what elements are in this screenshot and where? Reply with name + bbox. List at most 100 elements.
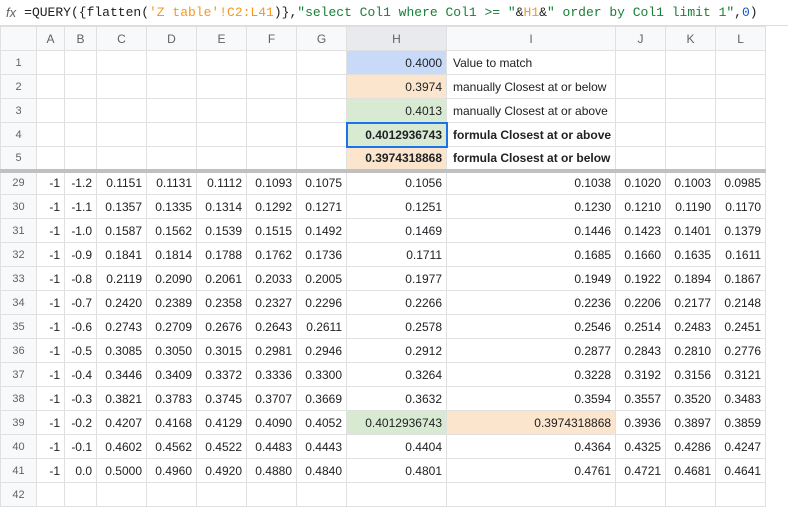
cell[interactable]: -0.1 (65, 435, 97, 459)
cell[interactable] (65, 483, 97, 507)
cell[interactable] (37, 123, 65, 147)
row-header[interactable]: 4 (1, 123, 37, 147)
cell[interactable]: -1 (37, 411, 65, 435)
cell[interactable]: -1 (37, 291, 65, 315)
cell[interactable] (666, 147, 716, 171)
cell[interactable]: 0.1736 (297, 243, 347, 267)
cell[interactable] (616, 483, 666, 507)
cell[interactable]: 0.4000 (347, 51, 447, 75)
formula-input[interactable]: =QUERY({flatten('Z table'!C2:L41)},"sele… (24, 5, 757, 20)
cell[interactable]: 0.3192 (616, 363, 666, 387)
cell[interactable] (97, 123, 147, 147)
cell[interactable]: 0.3783 (147, 387, 197, 411)
cell[interactable]: 0.2206 (616, 291, 666, 315)
cell[interactable]: 0.1170 (716, 195, 766, 219)
cell[interactable] (197, 51, 247, 75)
row-header[interactable]: 37 (1, 363, 37, 387)
cell[interactable]: 0.1562 (147, 219, 197, 243)
cell[interactable]: 0.1335 (147, 195, 197, 219)
cell[interactable]: 0.1056 (347, 171, 447, 195)
cell[interactable]: 0.1151 (97, 171, 147, 195)
cell[interactable]: 0.0985 (716, 171, 766, 195)
cell[interactable]: formula Closest at or below (447, 147, 616, 171)
cell[interactable]: 0.4443 (297, 435, 347, 459)
row-header[interactable]: 40 (1, 435, 37, 459)
cell[interactable]: 0.3745 (197, 387, 247, 411)
cell[interactable]: 0.1894 (666, 267, 716, 291)
cell[interactable]: 0.2578 (347, 315, 447, 339)
column-header-J[interactable]: J (616, 27, 666, 51)
cell[interactable] (37, 483, 65, 507)
cell[interactable]: 0.1357 (97, 195, 147, 219)
cell[interactable]: 0.2296 (297, 291, 347, 315)
row-header[interactable]: 1 (1, 51, 37, 75)
cell[interactable]: 0.2327 (247, 291, 297, 315)
cell[interactable]: 0.2119 (97, 267, 147, 291)
cell[interactable]: 0.3632 (347, 387, 447, 411)
cell[interactable]: -1 (37, 219, 65, 243)
cell[interactable]: 0.4168 (147, 411, 197, 435)
cell[interactable]: manually Closest at or above (447, 99, 616, 123)
cell[interactable] (666, 123, 716, 147)
cell[interactable]: 0.1131 (147, 171, 197, 195)
cell[interactable]: 0.1841 (97, 243, 147, 267)
column-header-A[interactable]: A (37, 27, 65, 51)
cell[interactable] (247, 147, 297, 171)
cell[interactable]: 0.3974318868 (447, 411, 616, 435)
cell[interactable]: -0.7 (65, 291, 97, 315)
cell[interactable] (716, 75, 766, 99)
cell[interactable]: 0.2177 (666, 291, 716, 315)
cell[interactable]: 0.1788 (197, 243, 247, 267)
cell[interactable]: 0.4129 (197, 411, 247, 435)
cell[interactable] (147, 147, 197, 171)
cell[interactable] (65, 99, 97, 123)
cell[interactable]: 0.4247 (716, 435, 766, 459)
cell[interactable] (37, 51, 65, 75)
cell[interactable]: 0.1379 (716, 219, 766, 243)
cell[interactable]: 0.4404 (347, 435, 447, 459)
cell[interactable]: 0.4090 (247, 411, 297, 435)
cell[interactable] (197, 99, 247, 123)
cell[interactable]: 0.1814 (147, 243, 197, 267)
formula-bar[interactable]: fx =QUERY({flatten('Z table'!C2:L41)},"s… (0, 0, 788, 26)
cell[interactable]: 0.3372 (197, 363, 247, 387)
cell[interactable]: -1 (37, 267, 65, 291)
cell[interactable]: manually Closest at or below (447, 75, 616, 99)
cell[interactable] (297, 123, 347, 147)
cell[interactable]: -0.4 (65, 363, 97, 387)
cell[interactable]: 0.2451 (716, 315, 766, 339)
cell[interactable]: 0.3520 (666, 387, 716, 411)
cell[interactable]: 0.2743 (97, 315, 147, 339)
cell[interactable]: 0.2358 (197, 291, 247, 315)
cell[interactable] (716, 51, 766, 75)
cell[interactable]: 0.3409 (147, 363, 197, 387)
cell[interactable]: 0.1401 (666, 219, 716, 243)
cell[interactable]: 0.1190 (666, 195, 716, 219)
cell[interactable]: 0.2483 (666, 315, 716, 339)
cell[interactable]: -0.9 (65, 243, 97, 267)
cell[interactable] (666, 483, 716, 507)
row-header[interactable]: 34 (1, 291, 37, 315)
cell[interactable]: 0.1446 (447, 219, 616, 243)
row-header[interactable]: 35 (1, 315, 37, 339)
cell[interactable] (247, 99, 297, 123)
cell[interactable]: 0.2389 (147, 291, 197, 315)
cell[interactable]: 0.1711 (347, 243, 447, 267)
cell[interactable]: -1 (37, 315, 65, 339)
cell[interactable]: 0.3936 (616, 411, 666, 435)
cell[interactable] (716, 99, 766, 123)
row-header[interactable]: 5 (1, 147, 37, 171)
cell[interactable]: 0.4052 (297, 411, 347, 435)
cell[interactable]: 0.2090 (147, 267, 197, 291)
cell[interactable]: 0.2912 (347, 339, 447, 363)
cell[interactable]: 0.3821 (97, 387, 147, 411)
cell[interactable]: 0.3897 (666, 411, 716, 435)
column-header-F[interactable]: F (247, 27, 297, 51)
cell[interactable]: 0.1038 (447, 171, 616, 195)
cell[interactable]: 0.4960 (147, 459, 197, 483)
cell[interactable] (297, 51, 347, 75)
cell[interactable] (37, 99, 65, 123)
cell[interactable] (297, 75, 347, 99)
cell[interactable]: 0.2810 (666, 339, 716, 363)
cell[interactable]: -1 (37, 171, 65, 195)
